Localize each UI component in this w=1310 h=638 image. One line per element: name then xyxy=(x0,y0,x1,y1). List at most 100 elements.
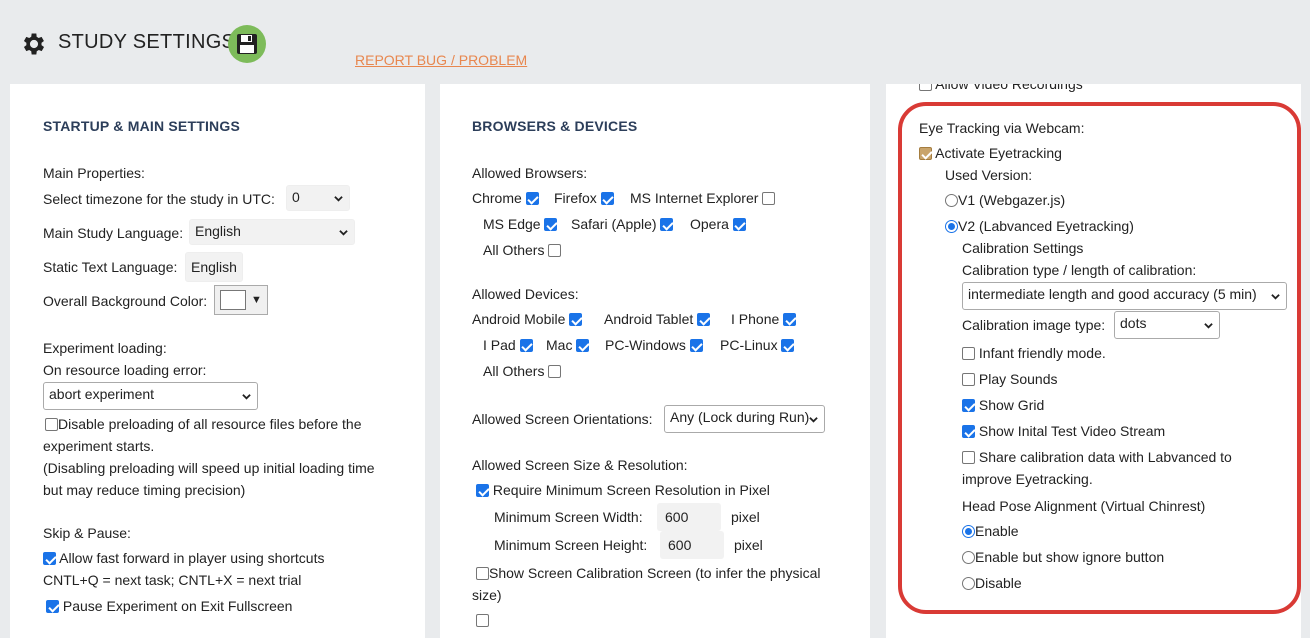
android-tablet-checkbox[interactable] xyxy=(697,313,711,326)
share-checkbox[interactable] xyxy=(962,451,975,464)
infant-checkbox[interactable] xyxy=(962,347,975,360)
on-error-select[interactable]: abort experiment xyxy=(43,382,258,410)
device-iphone[interactable]: I Phone xyxy=(731,311,797,327)
disable-radio[interactable] xyxy=(962,577,975,590)
v1-radio[interactable] xyxy=(945,194,958,207)
device-pc-windows[interactable]: PC-Windows xyxy=(605,337,703,353)
partial-checkbox-row[interactable] xyxy=(476,612,489,628)
devices-all-others-label: All Others xyxy=(483,363,545,379)
report-bug-link[interactable]: REPORT BUG / PROBLEM xyxy=(355,52,527,68)
disable-preload-checkbox[interactable] xyxy=(45,418,58,431)
on-error-label: On resource loading error: xyxy=(43,362,207,378)
enable-option[interactable]: Enable xyxy=(962,523,1019,539)
show-grid-text: Show Grid xyxy=(978,397,1045,413)
play-sounds-checkbox[interactable] xyxy=(962,373,975,386)
safari-checkbox[interactable] xyxy=(660,218,674,231)
browser-firefox[interactable]: Firefox xyxy=(554,190,614,206)
calibration-type-value: intermediate length and good accuracy (5… xyxy=(968,286,1257,302)
min-width-input[interactable]: 600 xyxy=(657,503,721,531)
ipad-checkbox[interactable] xyxy=(519,339,533,352)
enable-ignore-radio[interactable] xyxy=(962,551,975,564)
eyetracking-title: Eye Tracking via Webcam: xyxy=(919,120,1085,136)
v2-option[interactable]: V2 (Labvanced Eyetracking) xyxy=(945,218,1134,234)
allow-video-text: Allow Video Recordings xyxy=(935,84,1083,92)
browser-chrome[interactable]: Chrome xyxy=(472,190,539,206)
opera-checkbox[interactable] xyxy=(732,218,746,231)
mac-label: Mac xyxy=(546,337,573,353)
min-height-input[interactable]: 600 xyxy=(660,531,724,559)
show-initial-checkbox[interactable] xyxy=(962,425,975,438)
browser-opera[interactable]: Opera xyxy=(690,216,746,232)
pause-exit-text: Pause Experiment on Exit Fullscreen xyxy=(62,598,293,614)
calibration-type-select[interactable]: intermediate length and good accuracy (5… xyxy=(962,282,1287,310)
browsers-all-others-checkbox[interactable] xyxy=(548,244,562,257)
show-grid-option[interactable]: Show Grid xyxy=(962,397,1044,413)
browser-edge[interactable]: MS Edge xyxy=(483,216,558,232)
orientations-select[interactable]: Any (Lock during Run) xyxy=(664,405,825,433)
preload-note-2: but may reduce timing precision) xyxy=(43,482,246,498)
edge-checkbox[interactable] xyxy=(544,218,558,231)
browser-all-others[interactable]: All Others xyxy=(483,242,562,258)
calibration-type-label: Calibration type / length of calibration… xyxy=(962,262,1197,278)
device-ipad[interactable]: I Pad xyxy=(483,337,533,353)
browsers-all-others-label: All Others xyxy=(483,242,545,258)
devices-all-others-checkbox[interactable] xyxy=(548,365,562,378)
enable-ignore-option[interactable]: Enable but show ignore button xyxy=(962,549,1164,565)
next-option-checkbox[interactable] xyxy=(476,614,489,627)
language-select[interactable]: English xyxy=(189,219,355,245)
chrome-label: Chrome xyxy=(472,190,522,206)
device-all-others[interactable]: All Others xyxy=(483,363,562,379)
chrome-checkbox[interactable] xyxy=(525,192,539,205)
save-button[interactable] xyxy=(228,25,266,63)
browser-ie[interactable]: MS Internet Explorer xyxy=(630,190,776,206)
min-width-label: Minimum Screen Width: xyxy=(494,509,643,525)
mac-checkbox[interactable] xyxy=(576,339,590,352)
android-mobile-checkbox[interactable] xyxy=(569,313,583,326)
activate-eyetracking-option[interactable]: Activate Eyetracking xyxy=(919,145,1062,161)
caret-down-icon: ▼ xyxy=(251,294,262,306)
v1-option[interactable]: V1 (Webgazer.js) xyxy=(945,192,1065,208)
pause-exit-option[interactable]: Pause Experiment on Exit Fullscreen xyxy=(46,598,292,614)
enable-radio[interactable] xyxy=(962,525,975,538)
require-min-text: Require Minimum Screen Resolution in Pix… xyxy=(492,482,770,498)
fast-forward-checkbox[interactable] xyxy=(43,552,56,565)
fast-forward-option[interactable]: Allow fast forward in player using short… xyxy=(43,550,324,566)
calibration-screen-checkbox[interactable] xyxy=(476,567,489,580)
safari-label: Safari (Apple) xyxy=(571,216,657,232)
require-min-option[interactable]: Require Minimum Screen Resolution in Pix… xyxy=(476,482,770,498)
device-android-tablet[interactable]: Android Tablet xyxy=(604,311,711,327)
browser-safari[interactable]: Safari (Apple) xyxy=(571,216,674,232)
activate-eyetracking-checkbox[interactable] xyxy=(919,147,932,160)
pause-exit-checkbox[interactable] xyxy=(46,600,59,613)
allow-video-option[interactable]: Allow Video Recordings xyxy=(919,84,1083,92)
exp-loading-label: Experiment loading: xyxy=(43,340,167,356)
pc-linux-checkbox[interactable] xyxy=(781,339,795,352)
static-text-select[interactable]: English xyxy=(185,252,243,282)
device-mac[interactable]: Mac xyxy=(546,337,590,353)
disable-option[interactable]: Disable xyxy=(962,575,1022,591)
bg-color-picker[interactable]: ▼ xyxy=(214,285,268,315)
play-sounds-option[interactable]: Play Sounds xyxy=(962,371,1058,387)
allow-video-checkbox[interactable] xyxy=(919,84,932,91)
firefox-checkbox[interactable] xyxy=(600,192,614,205)
iphone-checkbox[interactable] xyxy=(783,313,797,326)
calibration-screen-option[interactable]: Show Screen Calibration Screen (to infer… xyxy=(476,565,821,581)
screen-size-label: Allowed Screen Size & Resolution: xyxy=(472,457,688,473)
require-min-checkbox[interactable] xyxy=(476,484,489,497)
pc-windows-checkbox[interactable] xyxy=(689,339,703,352)
device-pc-linux[interactable]: PC-Linux xyxy=(720,337,795,353)
ie-checkbox[interactable] xyxy=(762,192,776,205)
page-title: STUDY SETTINGS xyxy=(58,31,236,53)
disable-preload-option[interactable]: Disable preloading of all resource files… xyxy=(45,416,362,432)
show-grid-checkbox[interactable] xyxy=(962,399,975,412)
calibration-image-select[interactable]: dots xyxy=(1114,311,1220,339)
play-sounds-text: Play Sounds xyxy=(978,371,1058,387)
disable-preload-text-2: experiment starts. xyxy=(43,438,155,454)
infant-option[interactable]: Infant friendly mode. xyxy=(962,345,1106,361)
v1-text: V1 (Webgazer.js) xyxy=(958,192,1066,208)
share-option[interactable]: Share calibration data with Labvanced to xyxy=(962,449,1232,465)
v2-radio[interactable] xyxy=(945,220,958,233)
timezone-select[interactable]: 0 xyxy=(286,185,350,211)
show-initial-option[interactable]: Show Inital Test Video Stream xyxy=(962,423,1165,439)
device-android-mobile[interactable]: Android Mobile xyxy=(472,311,583,327)
